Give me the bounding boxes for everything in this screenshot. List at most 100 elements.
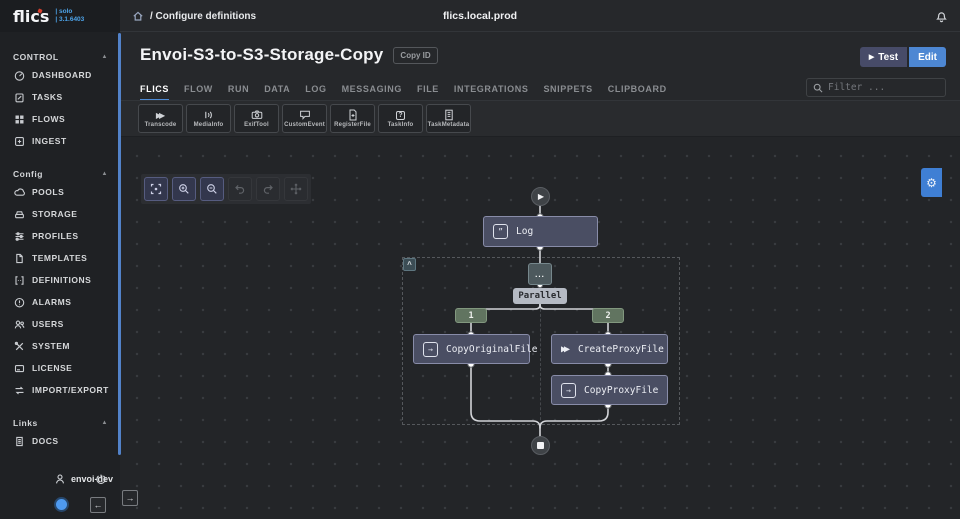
sidebar-item-import-export[interactable]: IMPORT/EXPORT bbox=[0, 379, 120, 401]
palette-customevent-button[interactable]: CustomEvent bbox=[282, 104, 327, 133]
panel-expand-button[interactable]: → bbox=[122, 490, 138, 506]
sidebar-item-system[interactable]: SYSTEM bbox=[0, 335, 120, 357]
fit-view-button[interactable] bbox=[144, 177, 168, 201]
power-icon[interactable] bbox=[95, 473, 107, 485]
flow-canvas[interactable]: ⚙ bbox=[120, 137, 960, 519]
transcode-icon: ▶▶ bbox=[561, 344, 570, 355]
sidebar-item-tasks[interactable]: TASKS bbox=[0, 86, 120, 108]
sidebar-item-license[interactable]: LICENSE bbox=[0, 357, 120, 379]
tab-file[interactable]: FILE bbox=[417, 84, 439, 101]
sidebar-bottom-row: ← bbox=[0, 495, 120, 515]
flows-icon bbox=[14, 114, 25, 125]
start-node[interactable]: ▶ bbox=[531, 187, 550, 206]
sidebar-item-ingest[interactable]: INGEST bbox=[0, 130, 120, 152]
top-bar: / Configure definitions flics.local.prod bbox=[0, 0, 960, 32]
filter-input[interactable] bbox=[828, 82, 939, 93]
sidebar-item-label: IMPORT/EXPORT bbox=[32, 385, 109, 395]
branch-1-label[interactable]: 1 bbox=[455, 308, 487, 323]
zoom-out-button[interactable] bbox=[200, 177, 224, 201]
pan-move-button[interactable] bbox=[284, 177, 308, 201]
log-quotes-icon: ” bbox=[493, 224, 508, 239]
palette-taskmetadata-button[interactable]: TaskMetadata bbox=[426, 104, 471, 133]
sidebar-item-label: DOCS bbox=[32, 436, 59, 446]
license-card-icon bbox=[14, 363, 25, 374]
flow-node-copy-proxy-file[interactable]: → CopyProxyFile bbox=[551, 375, 668, 405]
tab-snippets[interactable]: SNIPPETS bbox=[543, 84, 592, 101]
status-toggle-dot[interactable] bbox=[54, 497, 69, 512]
sidebar-scrollbar[interactable] bbox=[118, 33, 121, 455]
palette-transcode-button[interactable]: ▶▶ Transcode bbox=[138, 104, 183, 133]
end-node[interactable] bbox=[531, 436, 550, 455]
sidebar-item-users[interactable]: USERS bbox=[0, 313, 120, 335]
tab-messaging[interactable]: MESSAGING bbox=[342, 84, 402, 101]
file-plus-icon bbox=[347, 110, 359, 121]
edit-button[interactable]: Edit bbox=[909, 47, 946, 67]
group-collapse-button[interactable]: ^ bbox=[403, 258, 416, 271]
speech-bubble-icon bbox=[299, 110, 311, 121]
tab-flow[interactable]: FLOW bbox=[184, 84, 213, 101]
sidebar-item-label: INGEST bbox=[32, 136, 67, 146]
sidebar-item-dashboard[interactable]: DASHBOARD bbox=[0, 64, 120, 86]
gear-icon: ⚙ bbox=[926, 176, 937, 190]
import-export-arrows-icon bbox=[14, 385, 25, 396]
zoom-in-button[interactable] bbox=[172, 177, 196, 201]
main-area: Envoi-S3-to-S3-Storage-Copy Copy ID ▶Tes… bbox=[120, 32, 960, 519]
flow-node-copy-original-file[interactable]: → CopyOriginalFile bbox=[413, 334, 530, 364]
app-logo: flics bbox=[13, 7, 49, 26]
sidebar-item-docs[interactable]: DOCS bbox=[0, 430, 120, 452]
copy-id-button[interactable]: Copy ID bbox=[393, 47, 437, 64]
sidebar-section-config[interactable]: Config▲ bbox=[0, 167, 120, 181]
node-palette: ▶▶ Transcode MediaInfo ExifTool CustomEv… bbox=[120, 100, 960, 137]
mediainfo-icon bbox=[203, 110, 215, 121]
parallel-step-node[interactable]: ... bbox=[528, 263, 552, 285]
sidebar-item-storage[interactable]: STORAGE bbox=[0, 203, 120, 225]
sidebar-item-label: FLOWS bbox=[32, 114, 65, 124]
palette-exiftool-button[interactable]: ExifTool bbox=[234, 104, 279, 133]
app-version: | solo | 3.1.6403 bbox=[55, 8, 84, 24]
flow-node-log[interactable]: ” Log bbox=[483, 216, 598, 247]
breadcrumb[interactable]: / Configure definitions bbox=[132, 0, 256, 32]
tab-flics[interactable]: FLICS bbox=[140, 84, 169, 101]
user-bar[interactable]: envoi-dev bbox=[0, 467, 120, 491]
notifications-bell-icon[interactable] bbox=[935, 9, 948, 23]
tab-run[interactable]: RUN bbox=[228, 84, 249, 101]
tab-bar: FLICS FLOW RUN DATA LOG MESSAGING FILE I… bbox=[140, 84, 667, 101]
sidebar-item-flows[interactable]: FLOWS bbox=[0, 108, 120, 130]
tab-log[interactable]: LOG bbox=[305, 84, 326, 101]
sidebar-item-pools[interactable]: POOLS bbox=[0, 181, 120, 203]
test-button[interactable]: ▶Test bbox=[860, 47, 907, 67]
sidebar-item-profiles[interactable]: PROFILES bbox=[0, 225, 120, 247]
start-play-icon: ▶ bbox=[538, 192, 544, 201]
undo-button[interactable] bbox=[228, 177, 252, 201]
palette-registerfile-button[interactable]: RegisterFile bbox=[330, 104, 375, 133]
tab-clipboard[interactable]: CLIPBOARD bbox=[608, 84, 667, 101]
breadcrumb-label[interactable]: / Configure definitions bbox=[150, 11, 256, 22]
sidebar-collapse-button[interactable]: ← bbox=[90, 497, 106, 513]
tab-integrations[interactable]: INTEGRATIONS bbox=[454, 84, 529, 101]
canvas-toolbar bbox=[141, 174, 311, 204]
palette-mediainfo-button[interactable]: MediaInfo bbox=[186, 104, 231, 133]
sidebar-section-links[interactable]: Links▲ bbox=[0, 416, 120, 430]
palette-taskinfo-button[interactable]: ? TaskInfo bbox=[378, 104, 423, 133]
sidebar-item-definitions[interactable]: DEFINITIONS bbox=[0, 269, 120, 291]
sidebar-item-label: POOLS bbox=[32, 187, 64, 197]
section-label: Links bbox=[13, 418, 38, 428]
branch-2-label[interactable]: 2 bbox=[592, 308, 624, 323]
sidebar-item-alarms[interactable]: ALARMS bbox=[0, 291, 120, 313]
file-arrow-icon: → bbox=[561, 383, 576, 398]
tab-data[interactable]: DATA bbox=[264, 84, 290, 101]
users-icon bbox=[14, 319, 25, 330]
redo-button[interactable] bbox=[256, 177, 280, 201]
sidebar-item-label: LICENSE bbox=[32, 363, 72, 373]
sidebar-item-label: DASHBOARD bbox=[32, 70, 92, 80]
ellipsis-icon: ... bbox=[535, 270, 545, 279]
node-label: CopyProxyFile bbox=[584, 385, 658, 396]
sidebar-section-control[interactable]: CONTROL▲ bbox=[0, 50, 120, 64]
canvas-settings-gear-tab[interactable]: ⚙ bbox=[921, 168, 942, 197]
node-label: Log bbox=[516, 226, 533, 237]
sidebar-item-templates[interactable]: TEMPLATES bbox=[0, 247, 120, 269]
parallel-label[interactable]: Parallel bbox=[513, 288, 567, 304]
home-icon[interactable] bbox=[132, 10, 144, 22]
flow-node-create-proxy-file[interactable]: ▶▶ CreateProxyFile bbox=[551, 334, 668, 364]
sidebar-item-label: STORAGE bbox=[32, 209, 77, 219]
